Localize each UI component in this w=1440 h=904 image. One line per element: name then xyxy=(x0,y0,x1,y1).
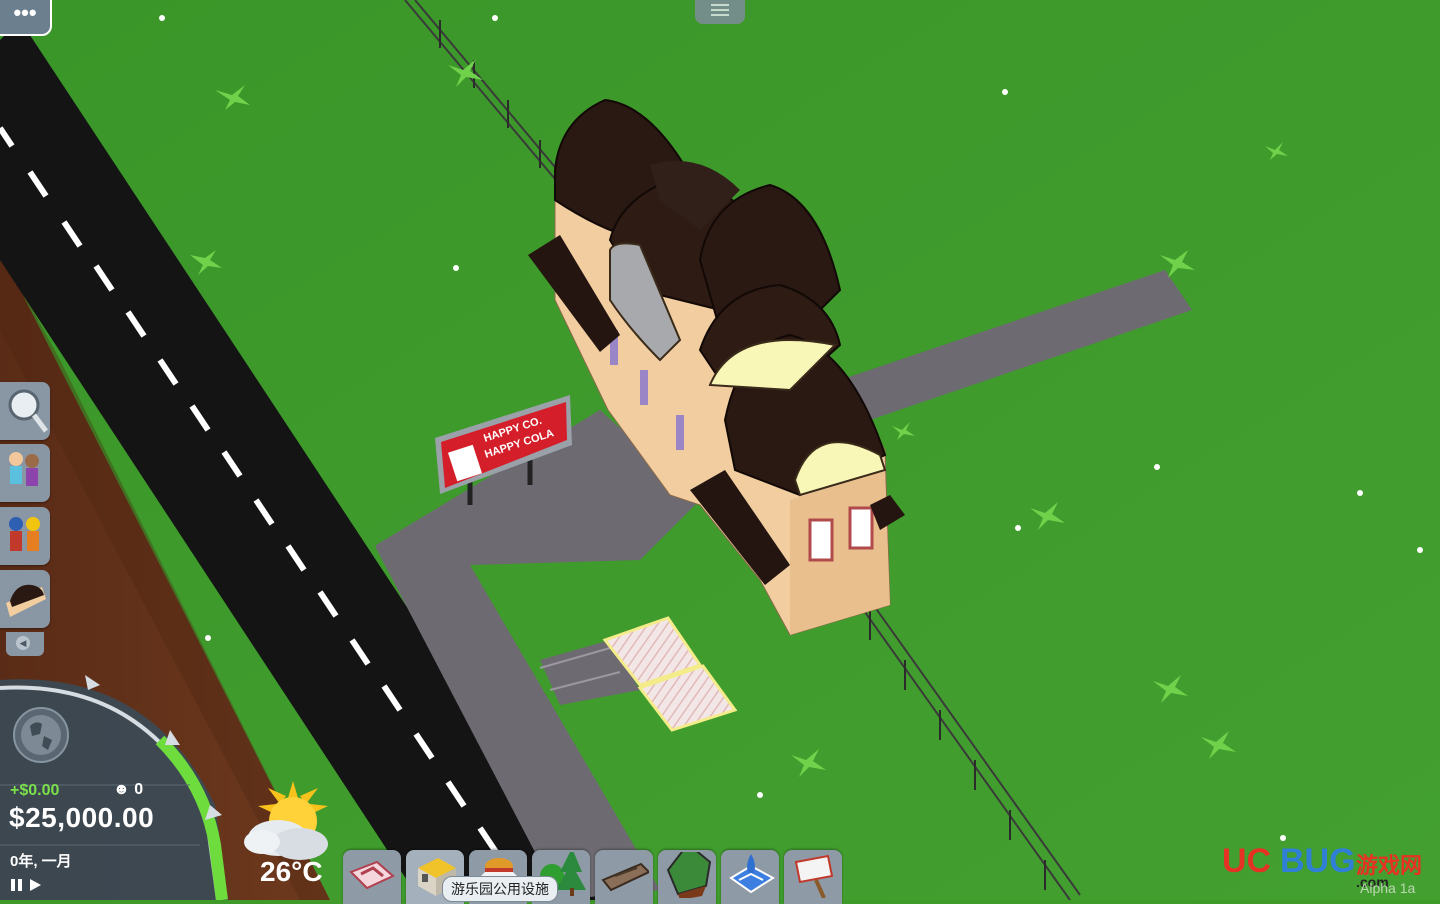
terraform-button[interactable] xyxy=(658,850,716,904)
building-icon xyxy=(6,584,46,617)
globe-icon[interactable] xyxy=(12,706,70,764)
terrain-button[interactable] xyxy=(595,850,653,904)
inspect-tool-button[interactable] xyxy=(0,382,50,440)
paths-tool-button[interactable] xyxy=(343,850,401,904)
top-panel-handle[interactable] xyxy=(695,0,745,24)
version-label: Alpha 1a xyxy=(1360,880,1416,896)
smiley-icon: ☻ xyxy=(113,781,130,798)
staff-icon xyxy=(9,517,40,551)
terrain-icon xyxy=(601,862,649,892)
play-icon[interactable] xyxy=(28,878,42,892)
paths-icon xyxy=(349,860,395,890)
park-entrance-button[interactable] xyxy=(0,570,50,628)
guests-button[interactable] xyxy=(0,444,50,502)
staff-button[interactable] xyxy=(0,507,50,565)
signs-button[interactable] xyxy=(784,850,842,904)
guest-count-value: 0 xyxy=(134,781,144,798)
watermark-bug: BUG xyxy=(1280,842,1356,880)
toolbar-tooltip: 游乐园公用设施 xyxy=(442,876,558,902)
game-date: 0年, 一月 xyxy=(10,853,72,870)
collapse-tools-button[interactable]: ◀ xyxy=(6,632,44,656)
chevron-left-icon: ◀ xyxy=(16,636,30,650)
pause-icon[interactable] xyxy=(10,878,24,892)
water-icon xyxy=(729,854,775,894)
main-menu-button[interactable]: ••• xyxy=(0,0,52,36)
guests-icon xyxy=(9,452,39,486)
water-button[interactable] xyxy=(721,850,779,904)
watermark-uc: UC xyxy=(1222,842,1272,880)
signs-icon xyxy=(794,854,834,898)
terraform-icon xyxy=(666,852,712,898)
cash-balance: $25,000.00 xyxy=(9,802,155,833)
magnifier-icon xyxy=(8,389,48,433)
weather-sun-cloud-icon xyxy=(244,781,328,860)
temperature: 26°C xyxy=(260,856,323,887)
more-icon: ••• xyxy=(13,0,37,25)
income-delta: +$0.00 xyxy=(10,782,60,799)
guest-count: ☻ 0 xyxy=(113,781,143,799)
